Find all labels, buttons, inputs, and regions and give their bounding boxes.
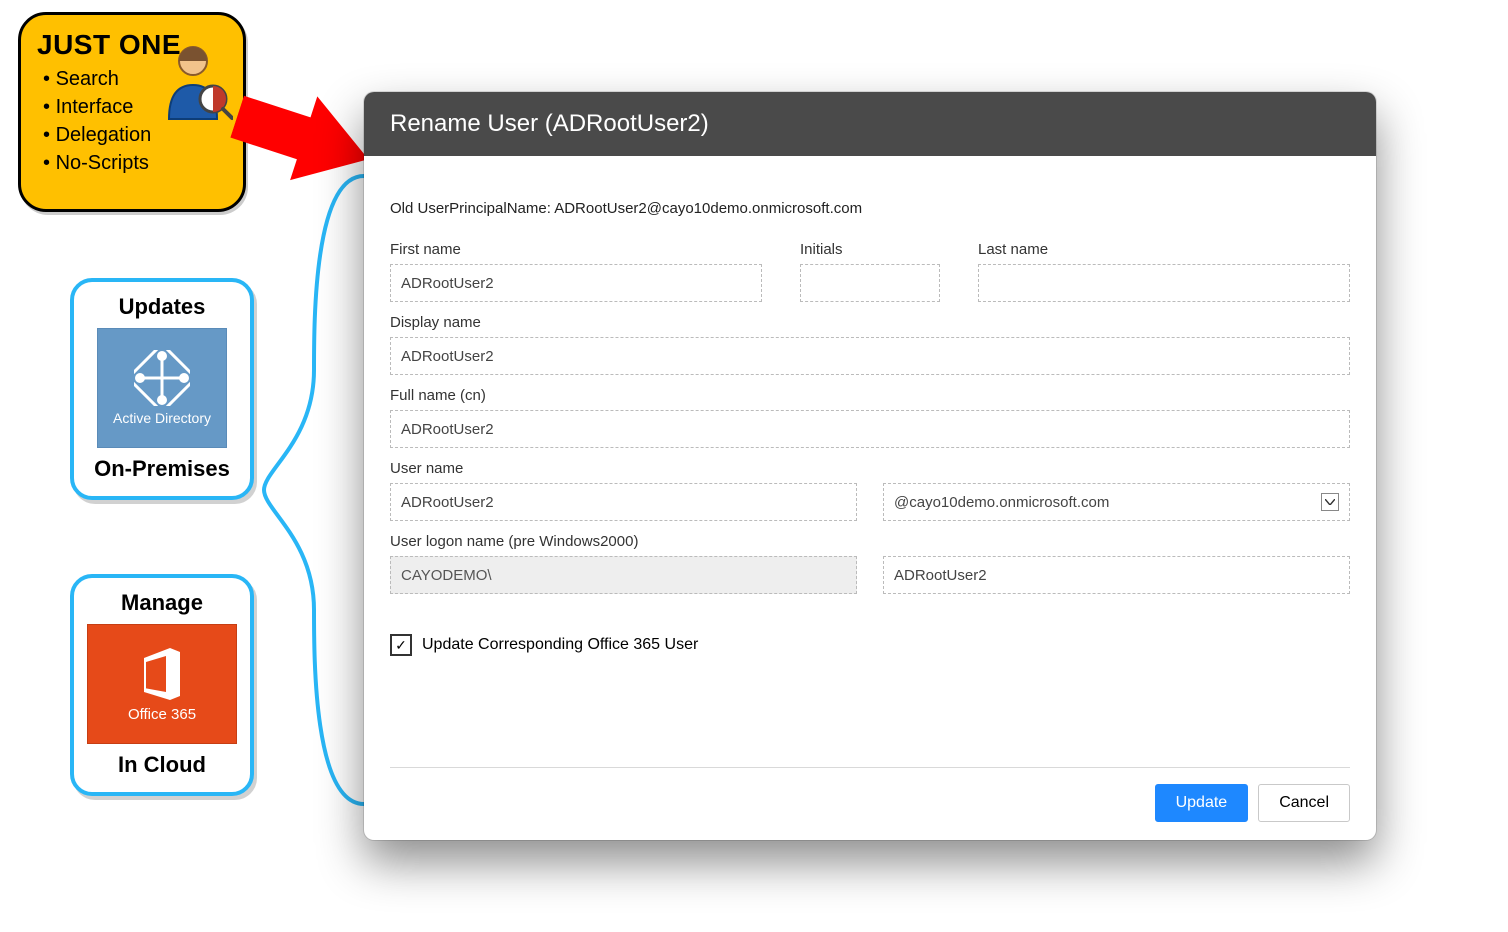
initials-label: Initials [800, 241, 940, 258]
cancel-button[interactable]: Cancel [1258, 784, 1350, 822]
display-name-input[interactable] [390, 337, 1350, 375]
update-o365-checkbox[interactable]: ✓ [390, 634, 412, 656]
pre2000-domain-readonly: CAYODEMO\ [390, 556, 857, 594]
user-name-label: User name [390, 460, 1350, 477]
active-directory-icon [134, 350, 190, 406]
display-name-label: Display name [390, 314, 1350, 331]
manage-heading: Manage [84, 590, 240, 616]
manage-sub: In Cloud [84, 752, 240, 778]
dialog-footer: Update Cancel [390, 767, 1350, 822]
user-name-input[interactable] [390, 483, 857, 521]
office365-tile: Office 365 [87, 624, 237, 744]
old-upn-text: Old UserPrincipalName: ADRootUser2@cayo1… [390, 200, 1350, 217]
user-search-icon [161, 41, 233, 128]
ad-tile-label: Active Directory [113, 410, 211, 426]
first-name-label: First name [390, 241, 762, 258]
update-button[interactable]: Update [1155, 784, 1249, 822]
chevron-down-icon [1321, 493, 1339, 511]
benefit-item: No-Scripts [43, 149, 227, 177]
full-name-input[interactable] [390, 410, 1350, 448]
office365-icon [136, 646, 188, 702]
domain-value: @cayo10demo.onmicrosoft.com [894, 494, 1109, 511]
o365-tile-label: Office 365 [128, 706, 196, 723]
domain-select[interactable]: @cayo10demo.onmicrosoft.com [883, 483, 1350, 521]
pre2000-label: User logon name (pre Windows2000) [390, 533, 1350, 550]
rename-user-dialog: Rename User (ADRootUser2) Old UserPrinci… [364, 92, 1376, 840]
initials-input[interactable] [800, 264, 940, 302]
active-directory-tile: Active Directory [97, 328, 227, 448]
curly-brace-icon [258, 170, 368, 815]
dialog-title: Rename User (ADRootUser2) [364, 92, 1376, 156]
pre2000-user-input[interactable] [883, 556, 1350, 594]
manage-card: Manage Office 365 In Cloud [70, 574, 254, 796]
last-name-label: Last name [978, 241, 1350, 258]
update-o365-checkbox-label: Update Corresponding Office 365 User [422, 636, 698, 654]
first-name-input[interactable] [390, 264, 762, 302]
updates-card: Updates Active Directory On-Premises [70, 278, 254, 500]
full-name-label: Full name (cn) [390, 387, 1350, 404]
updates-sub: On-Premises [84, 456, 240, 482]
last-name-input[interactable] [978, 264, 1350, 302]
benefits-card: JUST ONE Search Interface Delegation No-… [18, 12, 246, 212]
updates-heading: Updates [84, 294, 240, 320]
